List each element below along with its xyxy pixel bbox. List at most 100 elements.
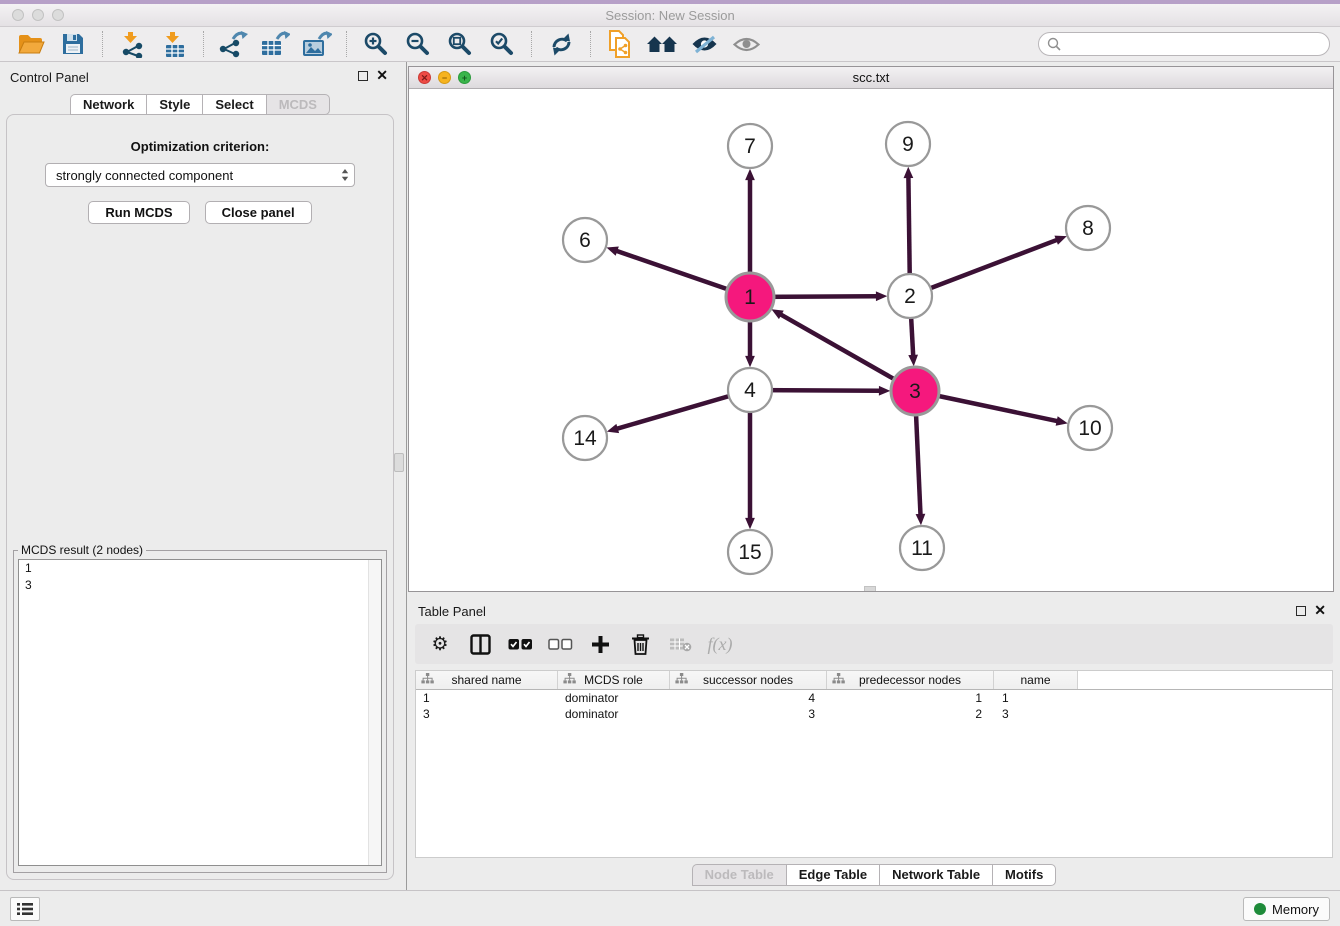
tab-node-table[interactable]: Node Table	[692, 864, 786, 886]
tab-network[interactable]: Network	[70, 94, 146, 115]
add-column-icon[interactable]	[587, 630, 613, 658]
run-mcds-button[interactable]: Run MCDS	[88, 201, 189, 224]
tab-network-table[interactable]: Network Table	[879, 864, 992, 886]
status-bar: Memory	[0, 890, 1340, 926]
cell-name: 1	[994, 690, 1078, 706]
table-row[interactable]: 1 dominator 4 1 1	[416, 690, 1332, 706]
mcds-result-list[interactable]: 1 3	[18, 559, 382, 866]
save-session-icon[interactable]	[56, 29, 90, 59]
cell-predecessor-nodes: 2	[827, 706, 994, 722]
toolbar-separator	[203, 31, 204, 57]
main-toolbar	[0, 27, 1340, 62]
column-type-icon	[421, 673, 434, 687]
delete-column-icon[interactable]	[627, 630, 653, 658]
mcds-panel-body: Optimization criterion: strongly connect…	[6, 114, 394, 880]
tab-edge-table[interactable]: Edge Table	[786, 864, 879, 886]
panel-divider	[406, 62, 407, 890]
control-panel-tabs: Network Style Select MCDS	[0, 94, 400, 115]
memory-label: Memory	[1272, 902, 1319, 917]
graph-node-label: 14	[573, 427, 597, 450]
table-settings-icon[interactable]: ⚙	[427, 630, 453, 658]
tab-select[interactable]: Select	[202, 94, 265, 115]
network-window-titlebar[interactable]: ✕ − + scc.txt	[409, 67, 1333, 89]
column-header-name[interactable]: name	[994, 671, 1078, 689]
column-header-predecessor-nodes[interactable]: predecessor nodes	[827, 671, 994, 689]
import-network-icon[interactable]	[115, 29, 149, 59]
cell-mcds-role: dominator	[558, 706, 670, 722]
open-session-icon[interactable]	[14, 29, 48, 59]
canvas-resize-grip[interactable]	[864, 586, 876, 591]
graph-node-label: 15	[738, 541, 761, 564]
import-table-icon[interactable]	[157, 29, 191, 59]
result-node: 1	[19, 560, 381, 577]
export-table-icon[interactable]	[258, 29, 292, 59]
zoom-in-icon[interactable]	[359, 29, 393, 59]
float-panel-icon[interactable]	[358, 71, 368, 81]
table-panel-tabs: Node Table Edge Table Network Table Moti…	[408, 864, 1340, 886]
tab-motifs[interactable]: Motifs	[992, 864, 1056, 886]
network-view-window: ✕ − + scc.txt 7968124314101511	[408, 66, 1334, 592]
graph-node-label: 9	[902, 133, 914, 156]
optimization-criterion-label: Optimization criterion:	[7, 139, 393, 154]
column-label: successor nodes	[703, 673, 793, 687]
network-window-title: scc.txt	[409, 70, 1333, 85]
search-input[interactable]	[1038, 32, 1330, 56]
cell-shared-name: 1	[416, 690, 558, 706]
task-history-button[interactable]	[10, 897, 40, 921]
zoom-out-icon[interactable]	[401, 29, 435, 59]
zoom-selected-icon[interactable]	[485, 29, 519, 59]
close-panel-icon[interactable]: ✕	[376, 67, 388, 84]
float-table-panel-icon[interactable]	[1296, 606, 1306, 616]
deselect-all-columns-icon[interactable]	[547, 630, 573, 658]
table-header-row: shared name MCDS role successor nodes pr…	[416, 671, 1332, 690]
fx-label: f(x)	[708, 634, 733, 655]
toolbar-separator	[102, 31, 103, 57]
window-titlebar: Session: New Session	[0, 4, 1340, 27]
zoom-fit-icon[interactable]	[443, 29, 477, 59]
close-table-panel-icon[interactable]: ✕	[1314, 602, 1326, 619]
graph-node-label: 11	[911, 537, 933, 560]
selected-criterion: strongly connected component	[46, 168, 336, 183]
apply-layout-icon[interactable]	[645, 29, 679, 59]
show-all-icon[interactable]	[729, 29, 763, 59]
column-header-successor-nodes[interactable]: successor nodes	[670, 671, 827, 689]
mcds-result-fieldset: MCDS result (2 nodes) 1 3	[13, 543, 387, 873]
toolbar-separator	[346, 31, 347, 57]
function-builder-icon[interactable]: f(x)	[707, 630, 733, 658]
cell-predecessor-nodes: 1	[827, 690, 994, 706]
stepper-icon	[336, 168, 354, 182]
column-type-icon	[832, 673, 845, 687]
table-toolbar: ⚙ f(x)	[415, 624, 1333, 664]
graph-node-label: 3	[909, 380, 921, 403]
toolbar-separator	[531, 31, 532, 57]
control-panel: Control Panel ✕ Network Style Select MCD…	[0, 62, 400, 890]
graph-node-label: 6	[579, 229, 591, 252]
toolbar-separator	[590, 31, 591, 57]
duplicate-network-icon[interactable]	[603, 29, 637, 59]
graph-node-label: 1	[744, 286, 756, 309]
tab-mcds[interactable]: MCDS	[266, 94, 330, 115]
export-image-icon[interactable]	[300, 29, 334, 59]
delete-table-icon[interactable]	[667, 630, 693, 658]
cell-successor-nodes: 3	[670, 706, 827, 722]
network-graph[interactable]: 7968124314101511	[409, 89, 1333, 591]
column-header-shared-name[interactable]: shared name	[416, 671, 558, 689]
cell-shared-name: 3	[416, 706, 558, 722]
network-canvas[interactable]: 7968124314101511	[409, 89, 1333, 591]
tab-style[interactable]: Style	[146, 94, 202, 115]
table-row[interactable]: 3 dominator 3 2 3	[416, 706, 1332, 722]
hide-selected-icon[interactable]	[687, 29, 721, 59]
splitter-handle[interactable]	[394, 453, 404, 472]
show-columns-icon[interactable]	[467, 630, 493, 658]
graph-edge-2-8[interactable]	[910, 240, 1057, 296]
result-scrollbar[interactable]	[368, 560, 381, 865]
refresh-view-icon[interactable]	[544, 29, 578, 59]
close-panel-button[interactable]: Close panel	[205, 201, 312, 224]
optimization-criterion-select[interactable]: strongly connected component	[45, 163, 355, 187]
column-header-mcds-role[interactable]: MCDS role	[558, 671, 670, 689]
memory-button[interactable]: Memory	[1243, 897, 1330, 921]
export-network-icon[interactable]	[216, 29, 250, 59]
column-header-filler	[1078, 671, 1332, 689]
select-all-columns-icon[interactable]	[507, 630, 533, 658]
graph-node-label: 2	[904, 285, 916, 308]
